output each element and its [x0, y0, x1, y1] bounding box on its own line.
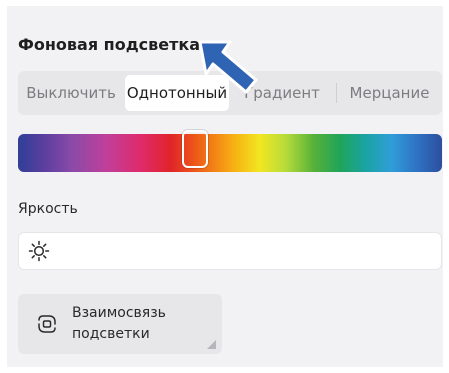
sun-icon [28, 240, 50, 262]
corner-indicator [207, 340, 216, 349]
link-button-label: Взаимосвязь подсветки [72, 305, 166, 342]
pointer-arrow-icon [198, 40, 258, 94]
link-icon [38, 315, 56, 333]
tab-off[interactable]: Выключить [18, 71, 124, 115]
brightness-slider[interactable] [18, 232, 442, 270]
backlight-link-button[interactable]: Взаимосвязь подсветки [18, 294, 222, 354]
color-spectrum-slider[interactable] [18, 130, 442, 172]
brightness-label: Яркость [18, 201, 78, 217]
tab-flicker[interactable]: Мерцание [337, 71, 442, 115]
section-title: Фоновая подсветка [18, 35, 201, 54]
color-slider-thumb[interactable] [182, 130, 208, 168]
